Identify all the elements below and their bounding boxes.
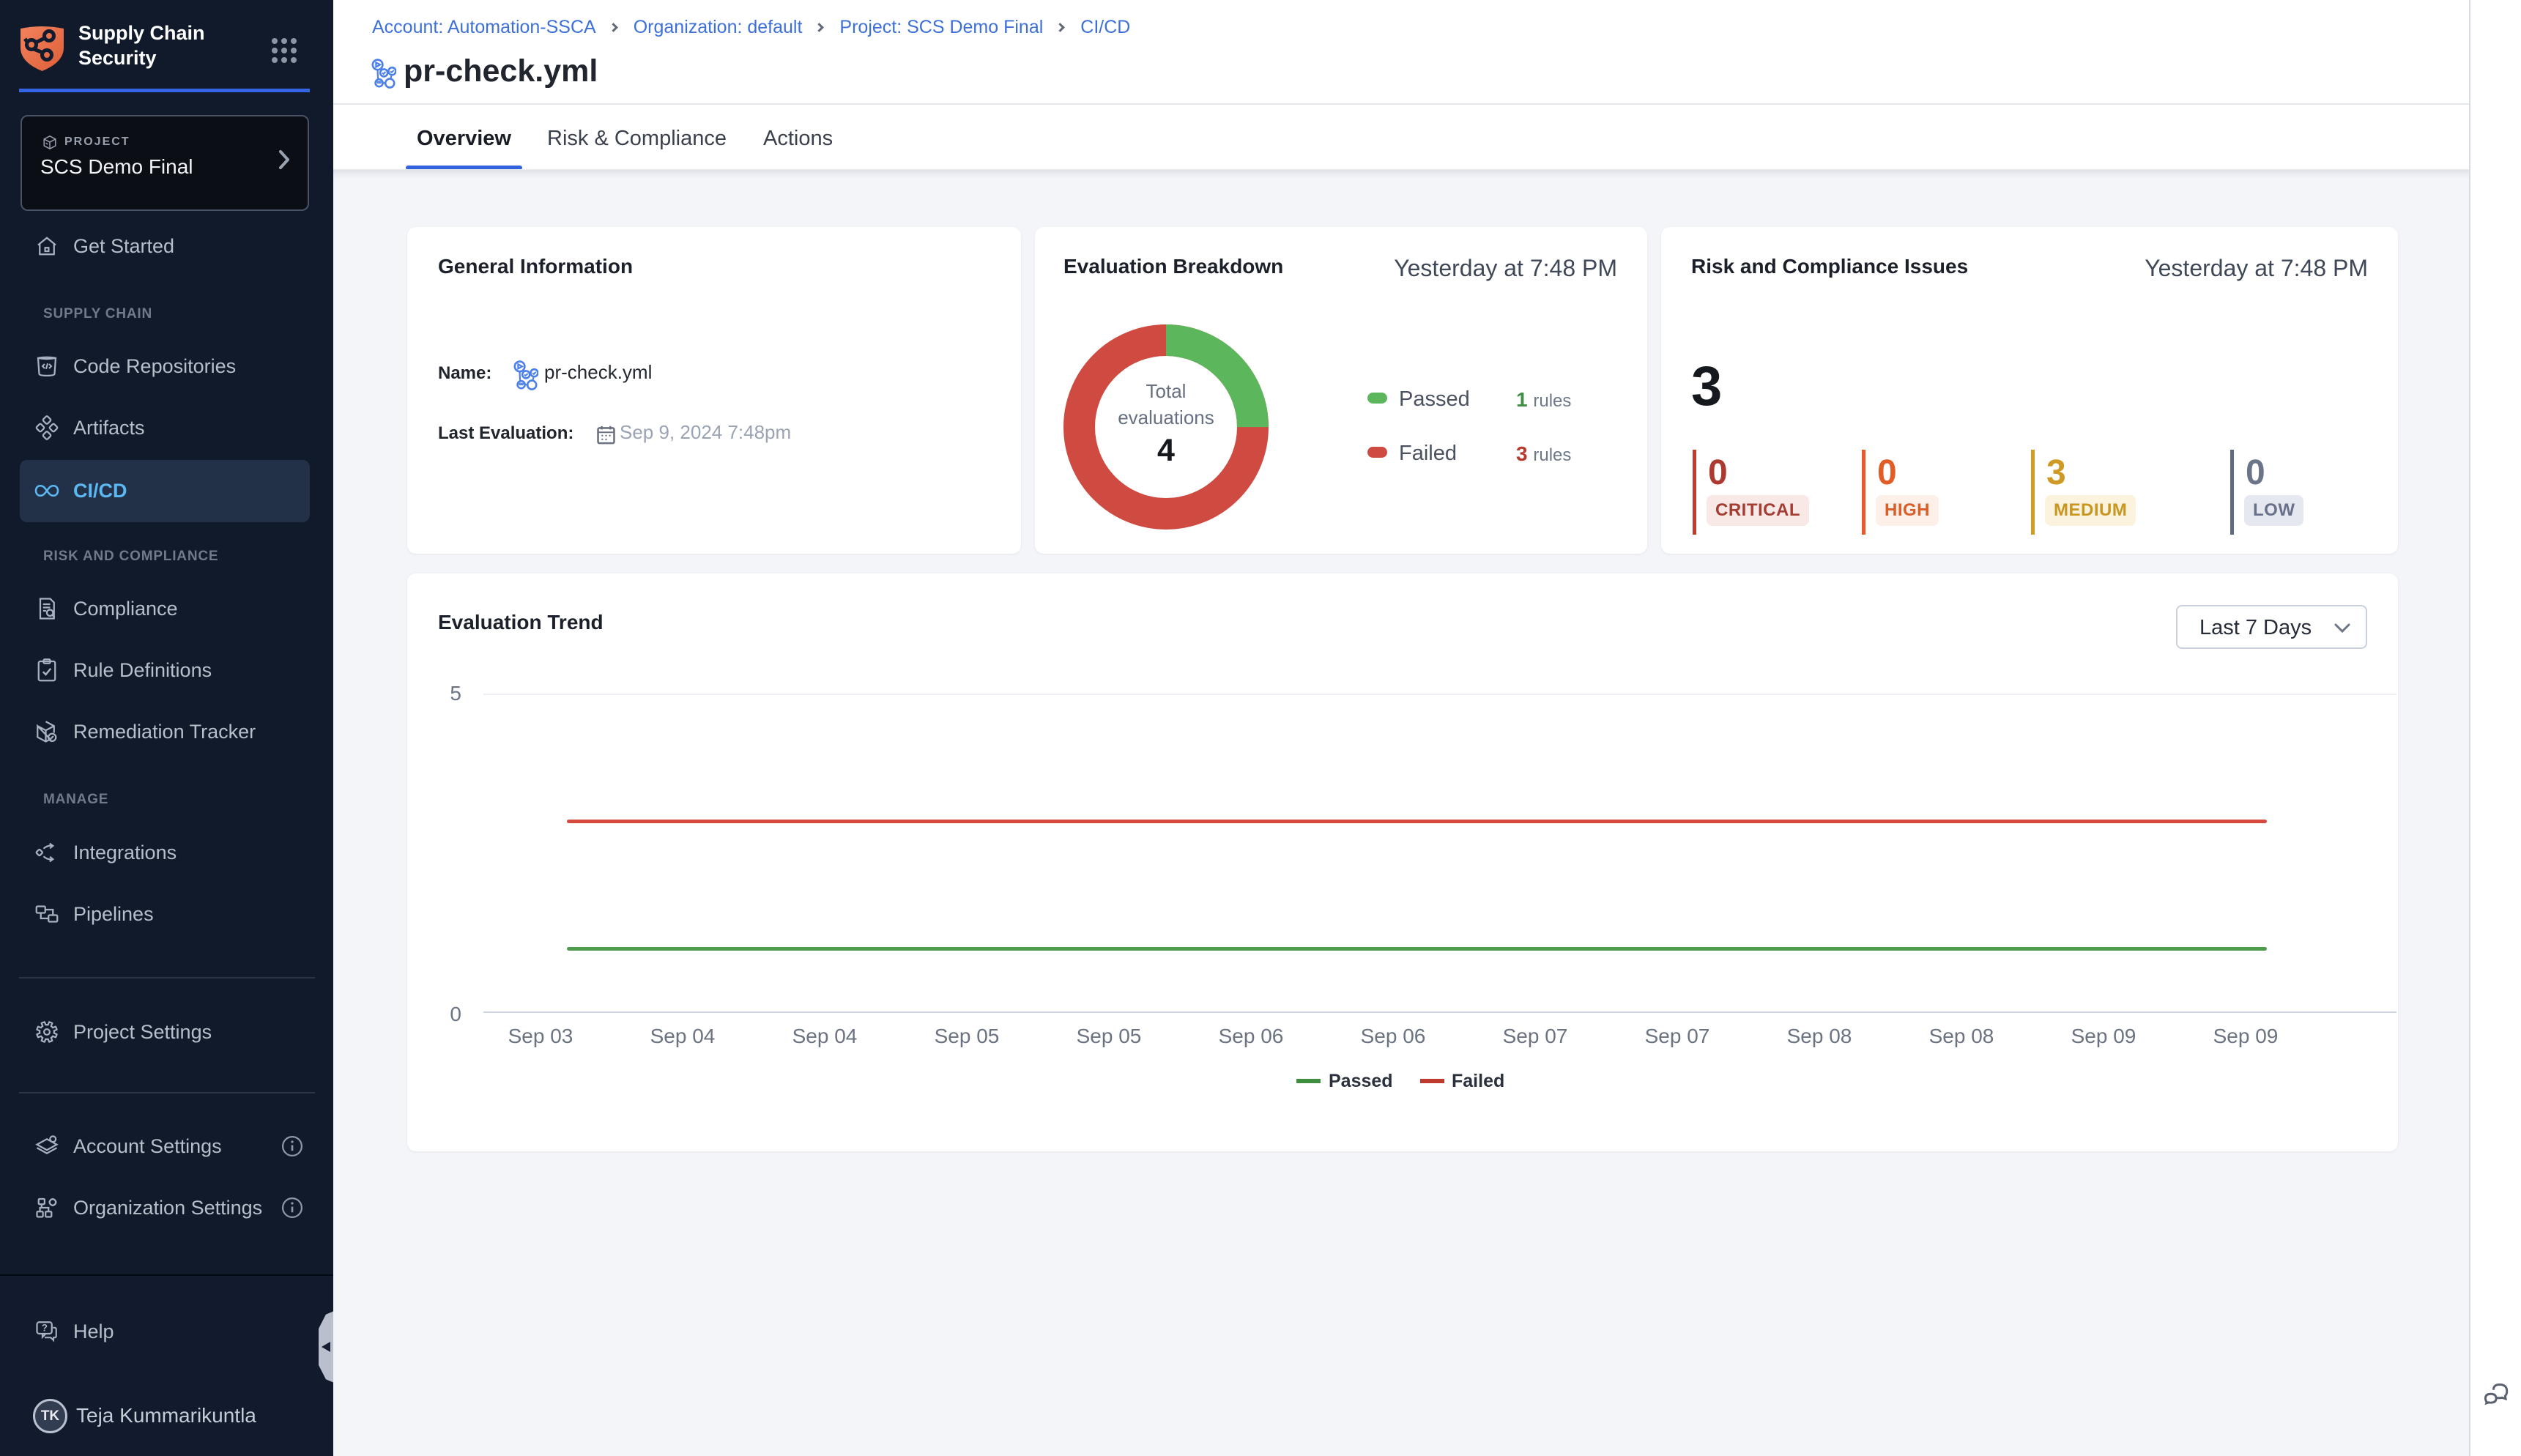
svg-text:?: ?: [42, 1322, 48, 1333]
